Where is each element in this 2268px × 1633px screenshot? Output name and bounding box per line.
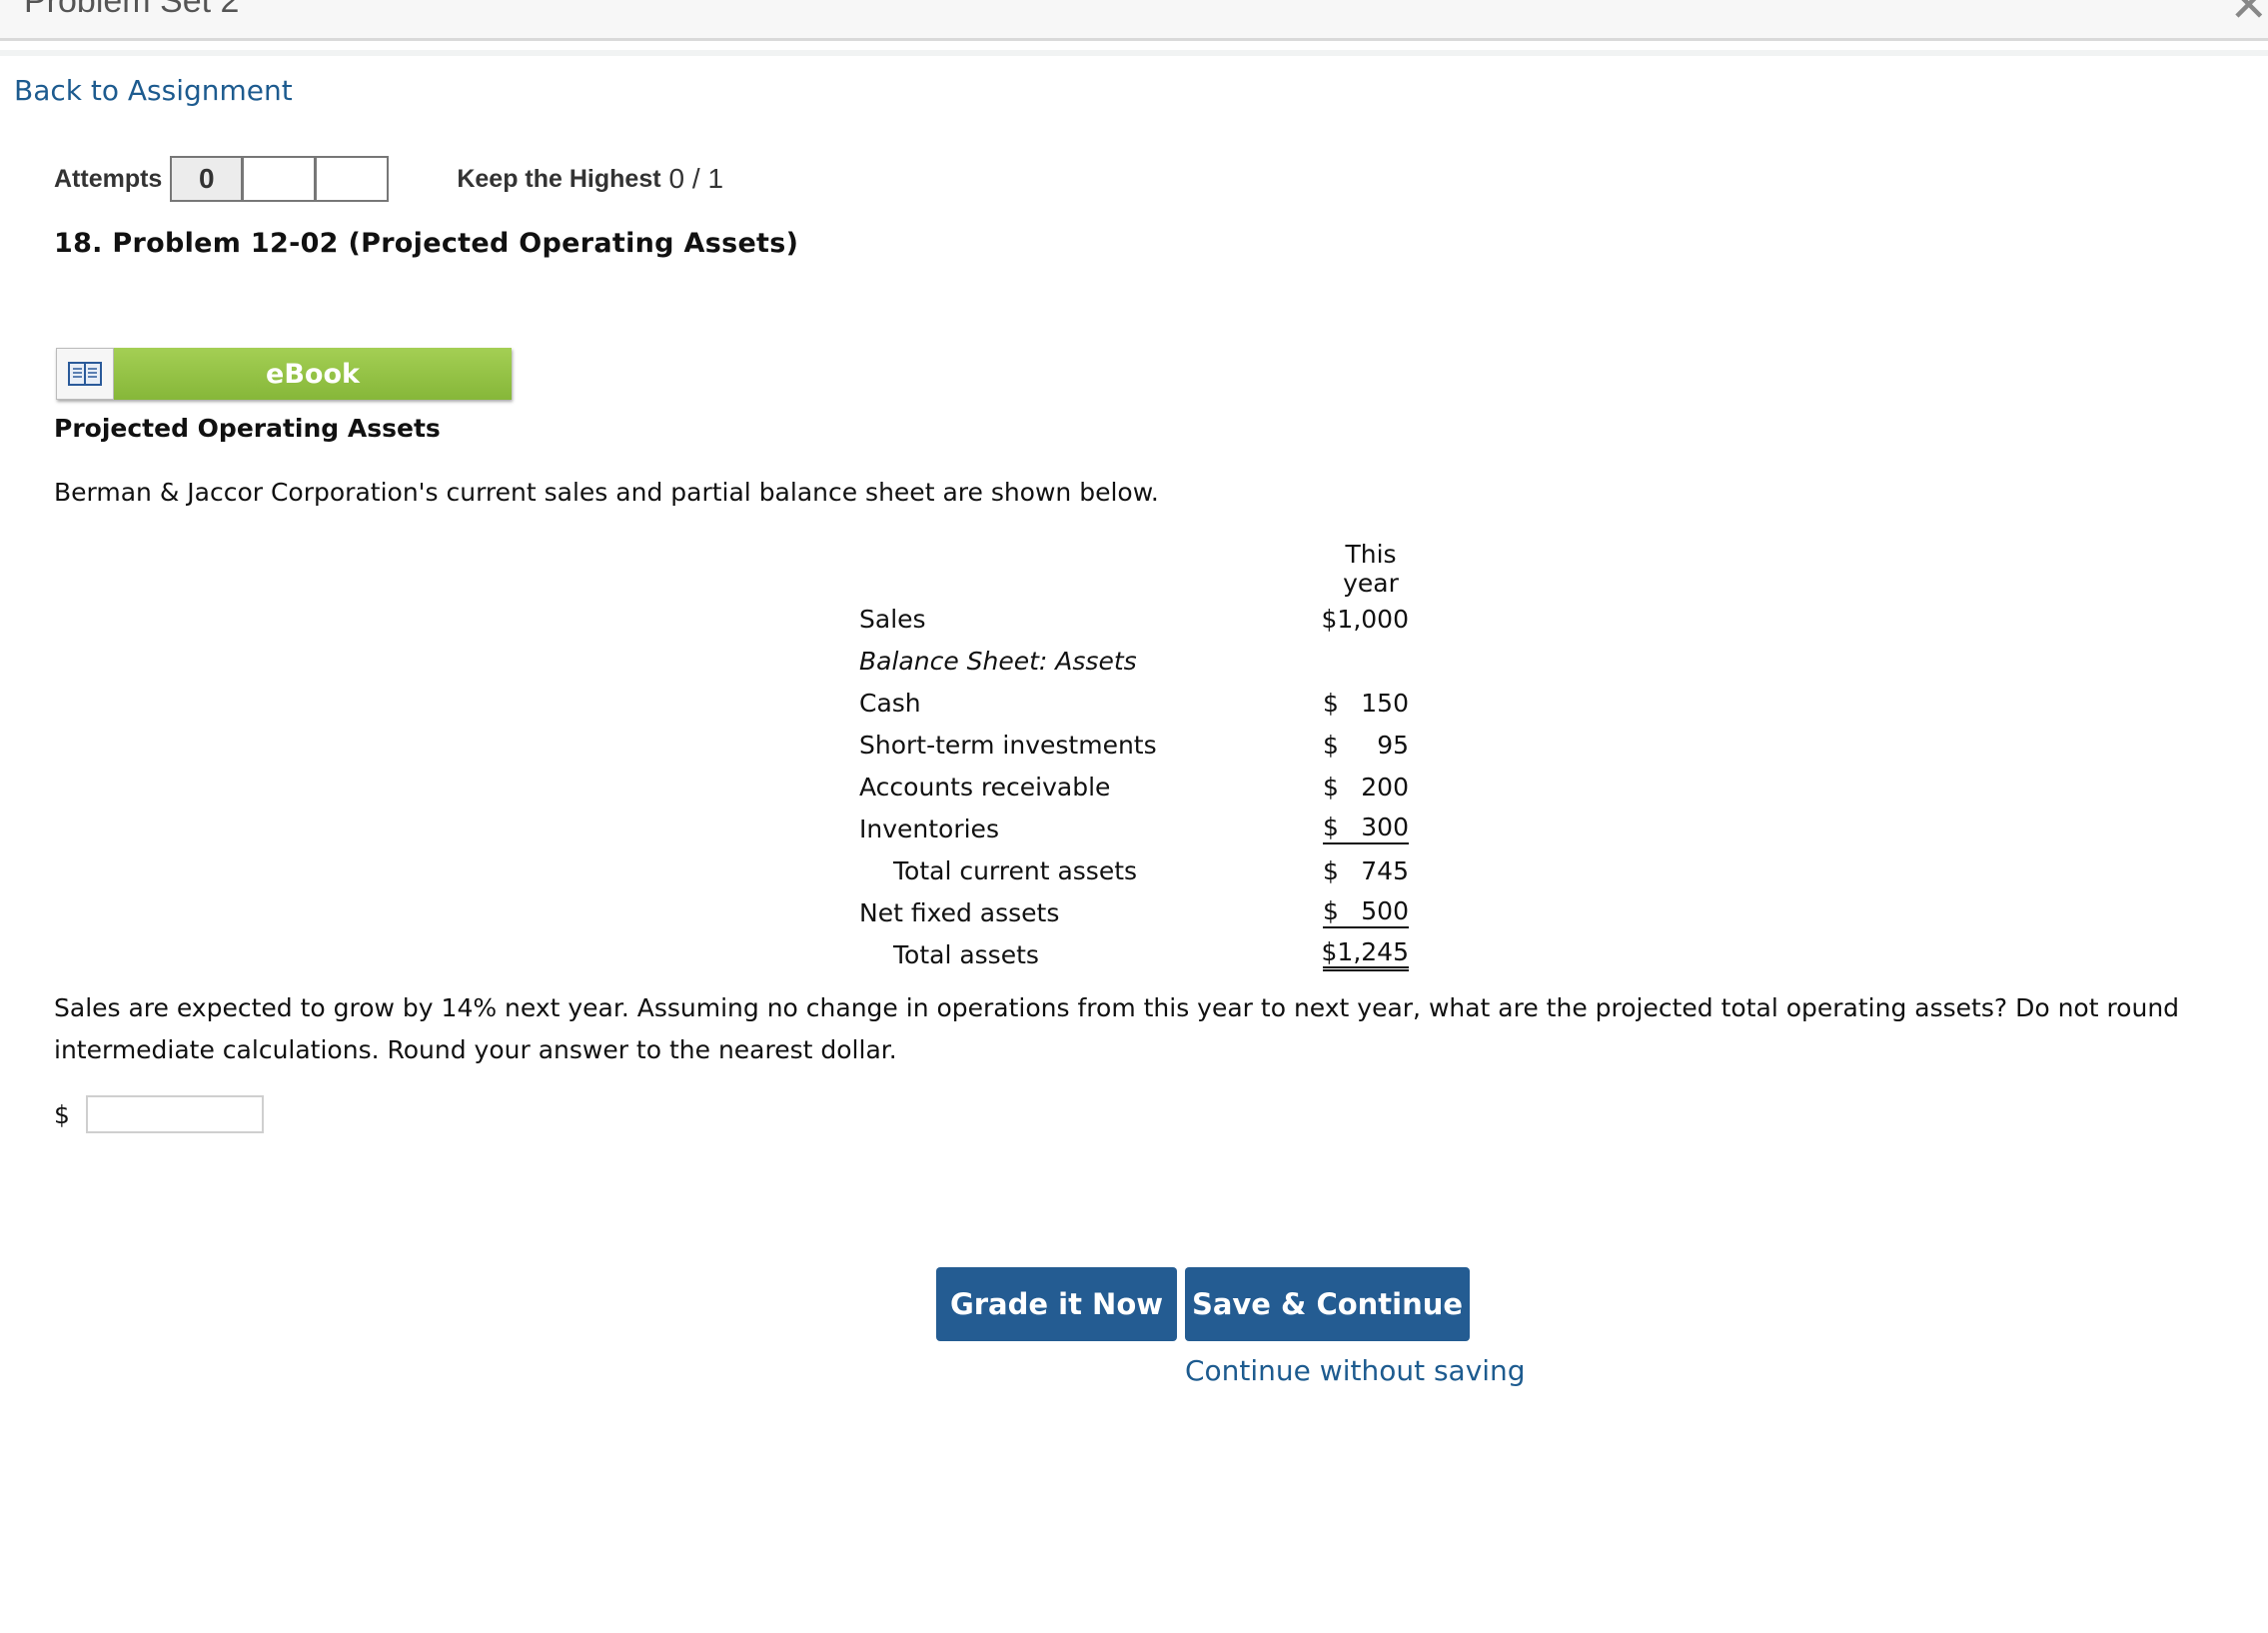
problem-title: 18. Problem 12-02 (Projected Operating A… <box>54 228 799 259</box>
save-and-continue-button[interactable]: Save & Continue <box>1185 1267 1470 1341</box>
row-value: $1,000 <box>1321 604 1409 634</box>
question-text: Sales are expected to grow by 14% next y… <box>54 993 2180 1064</box>
row-value: 300 <box>1361 813 1409 841</box>
answer-row: $ <box>54 1095 264 1133</box>
row-label: Short-term investments <box>859 730 1157 760</box>
answer-input[interactable] <box>85 1095 264 1133</box>
row-label: Inventories <box>859 814 999 843</box>
row-label: Accounts receivable <box>859 772 1111 802</box>
attempts-row: Attempts 0 Keep the Highest 0 / 1 <box>54 154 723 204</box>
currency-symbol: $ <box>1323 813 1339 841</box>
currency-symbol: $ <box>54 1099 70 1129</box>
row-value: 745 <box>1361 855 1409 885</box>
row-label: Total current assets <box>893 855 1138 885</box>
divider <box>0 50 2268 56</box>
row-label: Balance Sheet: Assets <box>859 646 1137 676</box>
row-label: Cash <box>859 688 921 718</box>
table-row: Total current assets $745 <box>859 849 1419 891</box>
attempt-box <box>316 156 390 202</box>
currency-symbol: $ <box>1323 730 1339 760</box>
table-row: Total assets $1,245 <box>859 933 1419 975</box>
attempt-box <box>243 156 317 202</box>
currency-symbol: $ <box>1323 772 1339 802</box>
table-row: Inventories $300 <box>859 808 1419 849</box>
column-header: This year <box>1343 540 1399 598</box>
attempts-label: Attempts <box>54 164 163 193</box>
row-label: Total assets <box>893 939 1039 969</box>
window-title-bar: Problem Set 2 ✕ <box>0 0 2268 41</box>
ebook-button[interactable]: eBook <box>56 348 512 400</box>
table-header-row: This year <box>859 540 1419 598</box>
row-value: 95 <box>1377 730 1409 760</box>
row-label: Sales <box>859 604 926 634</box>
back-to-assignment-link[interactable]: Back to Assignment <box>14 74 293 107</box>
currency-symbol: $ <box>1323 855 1339 885</box>
table-row: Cash $150 <box>859 682 1419 724</box>
table-row: Balance Sheet: Assets <box>859 640 1419 682</box>
table-row: Sales $1,000 <box>859 598 1419 640</box>
table-row: Short-term investments $95 <box>859 724 1419 766</box>
attempt-box: 0 <box>170 156 244 202</box>
continue-without-saving-link[interactable]: Continue without saving <box>1185 1354 1526 1387</box>
keep-highest-label: Keep the Highest <box>457 164 661 193</box>
grade-it-now-button[interactable]: Grade it Now <box>936 1267 1177 1341</box>
table-row: Net fixed assets $500 <box>859 891 1419 933</box>
balance-sheet-table: This year Sales $1,000 Balance Sheet: As… <box>859 540 1419 975</box>
row-value: $1,245 <box>1321 937 1409 966</box>
currency-symbol: $ <box>1323 688 1339 718</box>
score-value: 0 / 1 <box>668 163 724 194</box>
intro-text: Berman & Jaccor Corporation's current sa… <box>54 478 1159 507</box>
row-label: Net fixed assets <box>859 897 1060 927</box>
table-row: Accounts receivable $200 <box>859 766 1419 808</box>
row-value: 200 <box>1361 772 1409 802</box>
book-icon <box>56 348 114 400</box>
window-title: Problem Set 2 <box>24 0 240 20</box>
ebook-label: eBook <box>114 348 512 400</box>
section-title: Projected Operating Assets <box>54 414 441 443</box>
currency-symbol: $ <box>1323 896 1339 925</box>
row-value: 150 <box>1361 688 1409 718</box>
row-value: 500 <box>1361 896 1409 925</box>
close-icon[interactable]: ✕ <box>2229 0 2268 32</box>
